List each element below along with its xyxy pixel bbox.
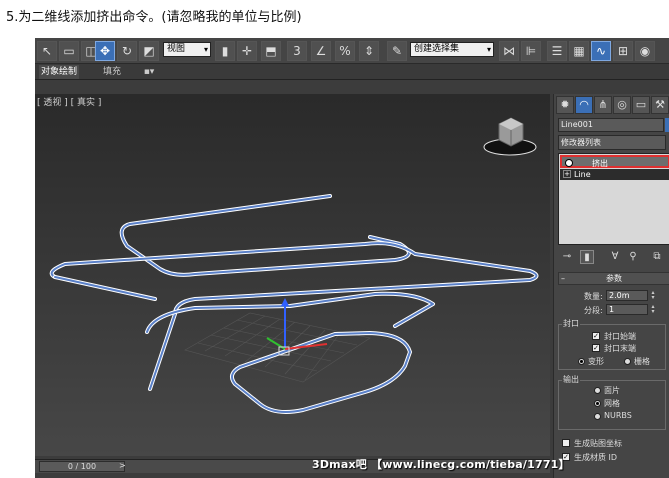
- edit-named-sel-icon[interactable]: ✎: [387, 41, 407, 61]
- morph-label: 变形: [588, 357, 604, 366]
- modifier-list-dropdown[interactable]: 修改器列表: [558, 135, 666, 150]
- graphite-icon[interactable]: ▦: [569, 41, 589, 61]
- selection-set-label: 创建选择集: [414, 44, 460, 54]
- home-grid: [184, 312, 371, 383]
- display-tab-icon[interactable]: ▭: [632, 96, 650, 114]
- object-color-swatch[interactable]: [665, 118, 669, 132]
- gen-mapping-checkbox[interactable]: [562, 439, 570, 447]
- layer-icon[interactable]: ☰: [547, 41, 567, 61]
- command-panel: ✹ ◠ ⋔ ◎ ▭ ⚒ Line001 修改器列表 挤出 + Line ⊸ ▮ …: [553, 94, 669, 478]
- make-unique-icon[interactable]: ∀: [608, 250, 622, 264]
- patch-radio[interactable]: [594, 387, 601, 394]
- move-icon[interactable]: ✥: [95, 41, 115, 61]
- grid-radio[interactable]: [624, 358, 631, 365]
- morph-radio[interactable]: [578, 358, 585, 365]
- viewcube-icon: [483, 117, 537, 156]
- nurbs-radio[interactable]: [594, 413, 601, 420]
- align-icon[interactable]: ⊫: [521, 41, 541, 61]
- grid-label: 栅格: [634, 357, 650, 366]
- expand-icon[interactable]: +: [563, 170, 571, 178]
- parameters-title: 参数: [606, 274, 622, 283]
- percent-snap-icon[interactable]: %: [335, 41, 355, 61]
- main-toolbar: ↖ ▭ ◫ ✥ ↻ ◩ 视图 ▾ ▮ ✛ ⬒ 3 ∠ % ⇕ ✎ 创建选择集 ▾ ⋈…: [35, 38, 669, 64]
- perspective-viewport[interactable]: [ 透视 ] [ 真实 ]: [35, 94, 550, 456]
- cap-start-checkbox[interactable]: ✓: [592, 332, 600, 340]
- rotate-icon[interactable]: ↻: [117, 41, 137, 61]
- mirror-icon[interactable]: ⋈: [499, 41, 519, 61]
- object-name-field[interactable]: Line001: [558, 118, 664, 132]
- hierarchy-tab-icon[interactable]: ⋔: [594, 96, 612, 114]
- ribbon-bar: 对象绘制 填充 ▪▾: [35, 64, 669, 80]
- stack-item-extrude[interactable]: 挤出: [560, 155, 669, 168]
- segments-spinner[interactable]: 1: [606, 304, 648, 315]
- utilities-tab-icon[interactable]: ⚒: [651, 96, 669, 114]
- snap-3-icon[interactable]: 3: [287, 41, 307, 61]
- modifier-stack: 挤出 + Line: [558, 153, 669, 245]
- time-slider[interactable]: 0 / 100: [39, 461, 125, 472]
- stack-item-extrude-label: 挤出: [592, 159, 608, 168]
- configure-sets-icon[interactable]: ⧉: [650, 250, 664, 264]
- view-dropdown-label: 视图: [167, 44, 186, 54]
- cap-end-checkbox[interactable]: ✓: [592, 344, 600, 352]
- mesh-radio[interactable]: [594, 400, 601, 407]
- segments-label: 分段:: [584, 306, 603, 315]
- gen-mat-id-label: 生成材质 ID: [574, 453, 618, 462]
- amount-label: 数量:: [584, 292, 603, 301]
- show-end-result-icon[interactable]: ▮: [580, 250, 594, 264]
- collapse-icon: –: [561, 274, 565, 283]
- cap-end-label: 封口末端: [604, 344, 636, 353]
- modify-tab-icon[interactable]: ◠: [575, 96, 593, 114]
- motion-tab-icon[interactable]: ◎: [613, 96, 631, 114]
- next-frame-button[interactable]: >: [119, 461, 127, 472]
- amount-spinner-arrows[interactable]: ▴ ▾: [650, 290, 656, 301]
- selection-set-dropdown[interactable]: 创建选择集 ▾: [410, 42, 494, 57]
- stack-toolbar: ⊸ ▮ ∀ ⚲ ⧉: [558, 249, 669, 267]
- mesh-label: 网格: [604, 399, 620, 408]
- schematic-icon[interactable]: ⊞: [613, 41, 633, 61]
- output-title: 输出: [562, 374, 580, 385]
- pivot-icon[interactable]: ▮: [215, 41, 235, 61]
- gen-mapping-label: 生成贴图坐标: [574, 439, 622, 448]
- create-tab-icon[interactable]: ✹: [556, 96, 574, 114]
- nurbs-label: NURBS: [604, 411, 632, 420]
- capping-title: 封口: [562, 318, 580, 329]
- reference-coord-dropdown[interactable]: 视图 ▾: [163, 42, 211, 57]
- watermark-text: 3Dmax吧 【www.linecg.com/tieba/1771】: [312, 458, 570, 471]
- command-panel-tabs: ✹ ◠ ⋔ ◎ ▭ ⚒: [556, 96, 669, 114]
- patch-label: 面片: [604, 386, 620, 395]
- select-icon[interactable]: ↖: [37, 41, 57, 61]
- stack-item-line-label: Line: [574, 170, 591, 179]
- stack-item-line[interactable]: + Line: [560, 169, 669, 180]
- ribbon-options-icon[interactable]: ▪▾: [139, 65, 159, 79]
- light-bulb-icon[interactable]: [565, 159, 573, 167]
- 3dsmax-window: ↖ ▭ ◫ ✥ ↻ ◩ 视图 ▾ ▮ ✛ ⬒ 3 ∠ % ⇕ ✎ 创建选择集 ▾ ⋈…: [35, 38, 669, 478]
- viewport-scene: [49, 117, 539, 414]
- pin-stack-icon[interactable]: ⊸: [560, 250, 574, 264]
- curve-editor-icon[interactable]: ∿: [591, 41, 611, 61]
- angle-snap-icon[interactable]: ∠: [311, 41, 331, 61]
- select-manipulate-icon[interactable]: ✛: [237, 41, 257, 61]
- tab-populate[interactable]: 填充: [97, 65, 127, 79]
- tutorial-caption: 5.为二维线添加挤出命令。(请忽略我的单位与比例): [6, 10, 302, 25]
- cap-start-label: 封口始端: [604, 332, 636, 341]
- remove-modifier-icon[interactable]: ⚲: [626, 250, 640, 264]
- segments-spinner-arrows[interactable]: ▴ ▾: [650, 304, 656, 315]
- tab-object-paint[interactable]: 对象绘制: [39, 65, 79, 79]
- spinner-snap-icon[interactable]: ⇕: [359, 41, 379, 61]
- amount-spinner[interactable]: 2.0m: [606, 290, 648, 301]
- scale-icon[interactable]: ◩: [139, 41, 159, 61]
- rect-select-icon[interactable]: ▭: [59, 41, 79, 61]
- keyboard-shortcut-icon[interactable]: ⬒: [261, 41, 281, 61]
- parameters-rollout[interactable]: – 参数: [558, 272, 669, 285]
- material-editor-icon[interactable]: ◉: [635, 41, 655, 61]
